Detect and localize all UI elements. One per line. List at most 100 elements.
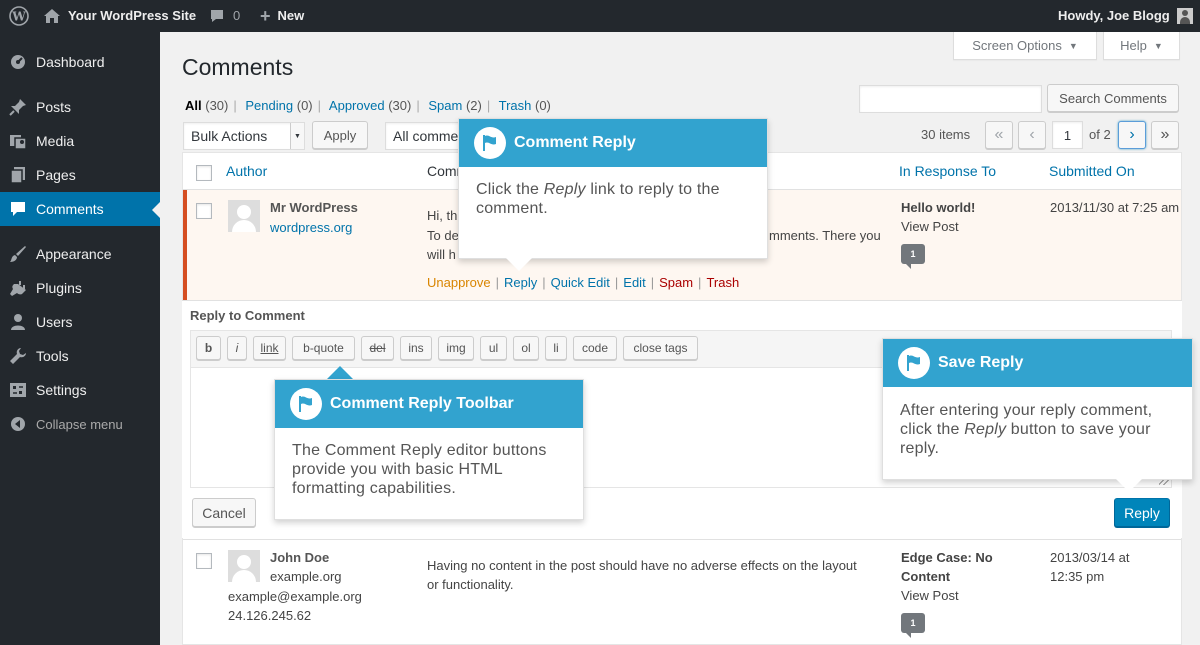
quicktag-img-button[interactable]: img (438, 336, 474, 360)
comment-count-bubble[interactable]: 1 (901, 613, 925, 638)
reply-submit-button[interactable]: Reply (1114, 498, 1170, 527)
quicktag-ul-button[interactable]: ul (480, 336, 507, 360)
quicktag-link-button[interactable]: link (253, 336, 286, 360)
comment-type-select[interactable]: All comme (385, 122, 465, 150)
sidebar-item-posts[interactable]: Posts (0, 90, 160, 124)
row-checkbox[interactable] (196, 203, 212, 219)
author-ip[interactable]: 24.126.245.62 (228, 606, 311, 625)
row-checkbox[interactable] (196, 553, 212, 569)
quicktag-ins-button[interactable]: ins (400, 336, 432, 360)
view-post-link[interactable]: View Post (901, 217, 959, 236)
site-name-link[interactable]: Your WordPress Site (43, 0, 196, 32)
quicktag-italic-button[interactable]: i (227, 336, 247, 360)
filter-spam[interactable]: Spam (2) (428, 98, 481, 113)
sidebar-item-media[interactable]: Media (0, 124, 160, 158)
quicktag-del-button[interactable]: del (361, 336, 394, 360)
reply-link[interactable]: Reply (504, 275, 537, 290)
author-email[interactable]: example@example.org (228, 587, 362, 606)
new-content-link[interactable]: + New (260, 0, 304, 32)
unapproved-indicator (183, 190, 187, 300)
comment-author: Mr WordPress (270, 200, 358, 215)
submitted-date-link[interactable]: 2013/11/30 at 7:25 am (1050, 198, 1180, 217)
unapprove-link[interactable]: Unapprove (427, 275, 491, 290)
filter-count: (30) (205, 98, 229, 113)
admin-bar-comments[interactable]: 0 (209, 0, 240, 32)
apply-button[interactable]: Apply (312, 121, 368, 149)
filter-pending[interactable]: Pending (0) (245, 98, 312, 113)
quick-edit-link[interactable]: Quick Edit (551, 275, 610, 290)
bulk-actions-select[interactable]: Bulk Actions ▼ (183, 122, 305, 150)
quicktag-close-tags-button[interactable]: close tags (623, 336, 698, 360)
comment-text-line: Hi, th (427, 208, 458, 223)
sidebar-item-tools[interactable]: Tools (0, 339, 160, 373)
in-response-to-link[interactable]: Edge Case: No Content (901, 548, 1021, 586)
submitted-date-link[interactable]: 2013/03/14 at 12:35 pm (1050, 548, 1160, 586)
sidebar-item-comments[interactable]: Comments (0, 192, 160, 226)
pointer-arrow (327, 366, 353, 379)
sidebar-item-pages[interactable]: Pages (0, 158, 160, 192)
comment-count-bubble[interactable]: 1 (901, 244, 925, 269)
pointer-body: Click the Reply link to reply to the com… (476, 180, 746, 218)
user-icon (0, 313, 36, 331)
select-all-checkbox[interactable] (196, 165, 212, 181)
sidebar-item-appearance[interactable]: Appearance (0, 237, 160, 271)
caret-down-icon: ▼ (1153, 40, 1163, 51)
pointer-header: Save Reply (883, 339, 1192, 387)
in-response-to-link[interactable]: Hello world! (901, 198, 975, 217)
column-response[interactable]: In Response To (899, 163, 996, 179)
filter-all[interactable]: All (30) (185, 98, 228, 113)
quicktag-ol-button[interactable]: ol (513, 336, 539, 360)
wordpress-logo-icon[interactable]: W (9, 0, 29, 32)
next-page-button[interactable]: › (1118, 121, 1146, 149)
last-page-button[interactable]: » (1151, 121, 1179, 149)
quicktag-bquote-button[interactable]: b-quote (292, 336, 355, 360)
reply-form-title: Reply to Comment (190, 308, 305, 323)
column-submitted[interactable]: Submitted On (1049, 163, 1135, 179)
quicktag-li-button[interactable]: li (545, 336, 567, 360)
column-author[interactable]: Author (226, 163, 267, 179)
help-button[interactable]: Help ▼ (1103, 32, 1180, 60)
sidebar-item-users[interactable]: Users (0, 305, 160, 339)
screen-options-button[interactable]: Screen Options ▼ (953, 32, 1097, 60)
filter-trash[interactable]: Trash (0) (499, 98, 551, 113)
my-account-link[interactable]: Howdy, Joe Blogg (1058, 0, 1193, 32)
view-post-link[interactable]: View Post (901, 586, 959, 605)
search-comments-button[interactable]: Search Comments (1047, 84, 1179, 112)
filter-count: (0) (534, 98, 551, 113)
quicktag-code-button[interactable]: code (573, 336, 617, 360)
cancel-button[interactable]: Cancel (192, 498, 256, 527)
sidebar-item-dashboard[interactable]: Dashboard (0, 45, 160, 79)
trash-link[interactable]: Trash (706, 275, 739, 290)
user-avatar-icon (1176, 8, 1193, 24)
sidebar-item-settings[interactable]: Settings (0, 373, 160, 407)
comment-bubble-icon (211, 10, 223, 22)
author-url[interactable]: wordpress.org (270, 218, 352, 237)
site-name: Your WordPress Site (68, 8, 197, 23)
media-icon (0, 132, 36, 150)
sidebar-label: Comments (36, 201, 104, 217)
sidebar-item-plugins[interactable]: Plugins (0, 271, 160, 305)
edit-link[interactable]: Edit (623, 275, 645, 290)
quicktag-bold-button[interactable]: b (196, 336, 221, 360)
row-actions: Unapprove | Reply | Quick Edit | Edit | Spam | Tra… (427, 275, 740, 290)
spam-link[interactable]: Spam (659, 275, 693, 290)
pin-icon (0, 98, 36, 116)
pointer-body: The Comment Reply editor buttons provide… (292, 442, 547, 497)
current-page-input[interactable]: 1 (1052, 121, 1083, 149)
search-input[interactable] (859, 85, 1042, 113)
pointer-text-emphasis: Reply (543, 181, 586, 198)
sidebar-collapse-menu[interactable]: Collapse menu (0, 407, 160, 441)
pages-icon (0, 166, 36, 184)
pointer-header: Comment Reply Toolbar (275, 380, 583, 428)
author-url[interactable]: example.org (270, 567, 342, 586)
avatar (228, 550, 260, 582)
sidebar-label: Collapse menu (36, 416, 123, 432)
comment-text: Having no content in the post should hav… (427, 558, 857, 592)
bulk-actions-value: Bulk Actions (191, 128, 268, 144)
comment-text-line: mments. There you (769, 228, 881, 243)
first-page-button[interactable]: « (985, 121, 1013, 149)
prev-page-button[interactable]: ‹ (1018, 121, 1046, 149)
filter-approved[interactable]: Approved (30) (329, 98, 411, 113)
filter-approved-label: Approved (328, 98, 385, 113)
sidebar-label: Tools (36, 348, 69, 364)
